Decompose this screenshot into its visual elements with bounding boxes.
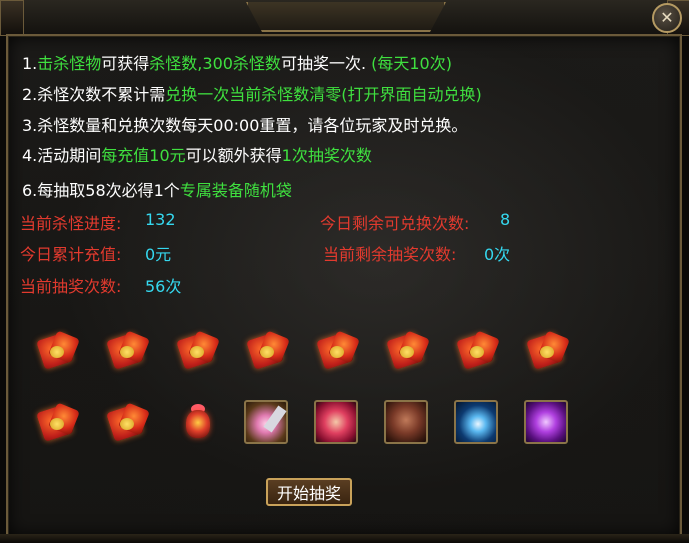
left-corner-ornament bbox=[0, 0, 24, 36]
rule-highlight: 每充值10元 bbox=[101, 146, 186, 165]
red-pouch-icon[interactable] bbox=[246, 328, 290, 372]
rule-line-2: 2.杀怪次数不累计需兑换一次当前杀怪数清零(打开界面自动兑换) bbox=[22, 81, 482, 105]
rule-line-3: 3.杀怪数量和兑换次数每天00:00重置，请各位玩家及时兑换。 bbox=[22, 112, 467, 136]
warrior-face-icon[interactable] bbox=[384, 400, 428, 444]
rule-highlight: (每天10次) bbox=[371, 54, 452, 73]
rule-text: 2.杀怪次数不累计需 bbox=[22, 85, 166, 104]
rule-line-1: 1.击杀怪物可获得杀怪数,300杀怪数可抽奖一次. (每天10次) bbox=[22, 50, 452, 74]
red-pouch-icon[interactable] bbox=[106, 400, 150, 444]
rule-text: 3.杀怪数量和兑换次数每天00:00重置，请各位玩家及时兑换。 bbox=[22, 116, 468, 135]
purple-skill-icon[interactable] bbox=[524, 400, 568, 444]
close-button[interactable]: ✕ bbox=[652, 3, 682, 33]
red-pouch-icon[interactable] bbox=[36, 328, 80, 372]
moon-skill-icon[interactable] bbox=[454, 400, 498, 444]
remaining-draw-label: 当前剩余抽奖次数: bbox=[323, 245, 457, 264]
rule-highlight: 专属装备随机袋 bbox=[179, 181, 292, 200]
red-pouch-icon[interactable] bbox=[176, 328, 220, 372]
rule-text: 可以额外获得 bbox=[185, 146, 282, 165]
red-pouch-icon[interactable] bbox=[106, 328, 150, 372]
draw-count-label: 当前抽奖次数: bbox=[20, 277, 122, 296]
kill-progress-label: 当前杀怪进度: bbox=[20, 214, 122, 233]
top-center-ornament bbox=[246, 2, 446, 32]
red-pouch-icon[interactable] bbox=[456, 328, 500, 372]
flower-blade-skill-icon[interactable] bbox=[244, 400, 288, 444]
red-pouch-icon[interactable] bbox=[316, 328, 360, 372]
recharge-label: 今日累计充值: bbox=[20, 245, 122, 264]
rule-highlight: 击杀怪物 bbox=[37, 54, 102, 73]
start-draw-button[interactable]: 开始抽奖 bbox=[266, 478, 352, 506]
rule-highlight: 杀怪数,300杀怪数 bbox=[149, 54, 281, 73]
red-pouch-icon[interactable] bbox=[386, 328, 430, 372]
rule-text: 可获得 bbox=[101, 54, 150, 73]
recharge-value: 0元 bbox=[145, 245, 172, 264]
remaining-draw-value: 0次 bbox=[484, 245, 511, 264]
treasure-bag-icon[interactable] bbox=[176, 400, 220, 444]
rule-text: 4.活动期间 bbox=[22, 146, 102, 165]
kill-progress-value: 132 bbox=[145, 210, 176, 229]
rule-line-6: 6.每抽取58次必得1个专属装备随机袋 bbox=[22, 177, 292, 201]
remaining-exchange-label: 今日剩余可兑换次数: bbox=[320, 214, 470, 233]
rule-highlight: 兑换一次当前杀怪数清零(打开界面自动兑换) bbox=[165, 85, 482, 104]
remaining-exchange-value: 8 bbox=[500, 210, 511, 229]
rule-text: 1. bbox=[22, 54, 38, 73]
bottom-border bbox=[0, 534, 689, 543]
fist-skill-icon[interactable] bbox=[314, 400, 358, 444]
rule-highlight: 1次抽奖次数 bbox=[281, 146, 372, 165]
rule-text: 可抽奖一次. bbox=[280, 54, 367, 73]
red-pouch-icon[interactable] bbox=[36, 400, 80, 444]
red-pouch-icon[interactable] bbox=[526, 328, 570, 372]
draw-count-value: 56次 bbox=[145, 277, 182, 296]
rule-text: 6.每抽取58次必得1个 bbox=[22, 181, 180, 200]
rule-line-4: 4.活动期间每充值10元可以额外获得1次抽奖次数 bbox=[22, 142, 372, 166]
